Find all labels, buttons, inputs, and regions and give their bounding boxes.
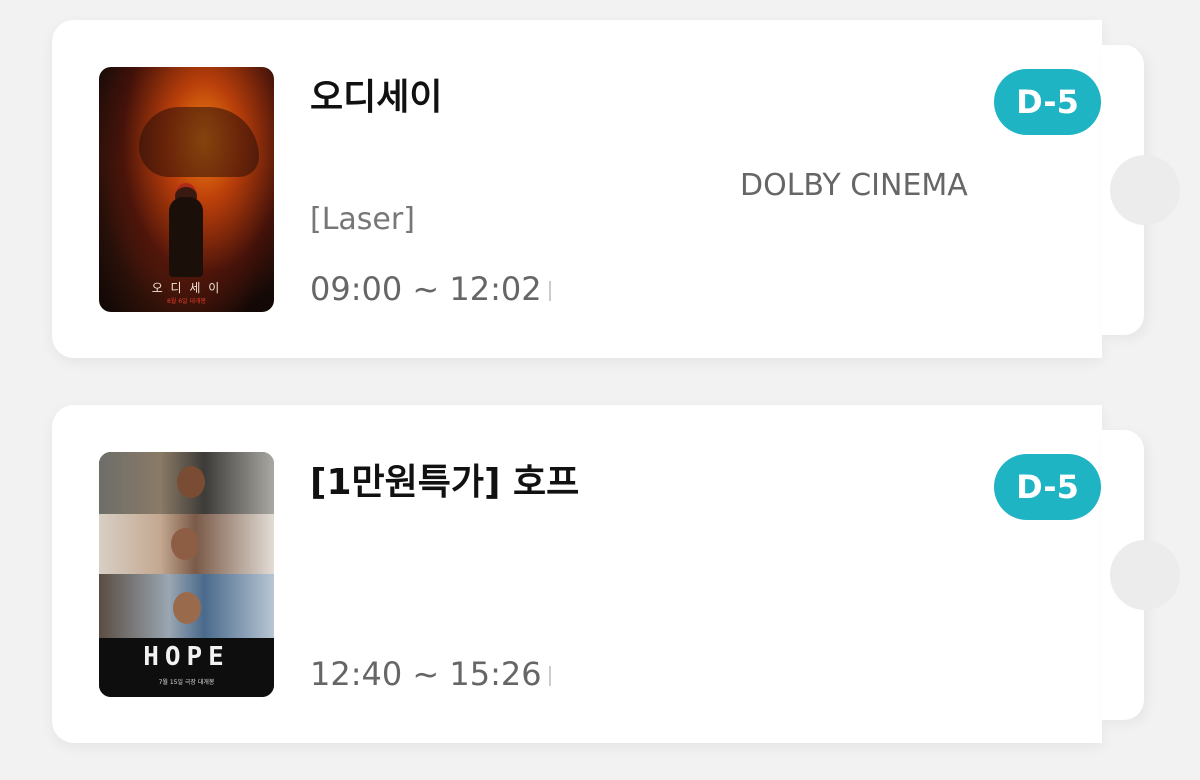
ticket-main-panel: 오 디 세 이 8월 6일 대개봉 오디세이 DOLBY CINEMA [Las… <box>52 20 1102 358</box>
movie-poster[interactable]: 오 디 세 이 8월 6일 대개봉 <box>99 67 274 312</box>
poster-title: HOPE <box>143 642 230 672</box>
poster-artwork-face <box>171 528 199 560</box>
poster-subtitle: 8월 6일 대개봉 <box>166 298 207 305</box>
poster-artwork-figure <box>169 197 203 277</box>
screen-name: DOLBY CINEMA <box>740 168 968 203</box>
showtime: 12:40 ~ 15:26 <box>310 655 542 693</box>
ticket-notch <box>1110 540 1180 610</box>
poster-artwork-face <box>177 466 205 498</box>
movie-poster[interactable]: HOPE 7월 15일 극장 대개봉 <box>99 452 274 697</box>
d-day-badge: D-5 <box>994 69 1101 135</box>
movie-title[interactable]: [1만원특가] 호프 <box>310 453 579 505</box>
movie-title[interactable]: 오디세이 <box>310 68 442 120</box>
separator <box>549 281 551 301</box>
poster-artwork-panel <box>99 514 274 574</box>
showtime: 09:00 ~ 12:02 <box>310 270 542 308</box>
d-day-badge: D-5 <box>994 454 1101 520</box>
screen-format: [Laser] <box>310 202 415 237</box>
ticket-stub <box>1102 45 1180 335</box>
ticket-card[interactable]: HOPE 7월 15일 극장 대개봉 [1만원특가] 호프 12:40 ~ 15… <box>52 405 1180 743</box>
poster-artwork <box>139 107 259 177</box>
poster-artwork-panel <box>99 574 274 638</box>
poster-subtitle: 7월 15일 극장 대개봉 <box>158 679 215 686</box>
separator <box>549 666 551 686</box>
poster-artwork-panel <box>99 452 274 514</box>
ticket-stub <box>1102 430 1180 720</box>
poster-title: 오 디 세 이 <box>151 281 222 295</box>
ticket-main-panel: HOPE 7월 15일 극장 대개봉 [1만원특가] 호프 12:40 ~ 15… <box>52 405 1102 743</box>
poster-artwork-face <box>173 592 201 624</box>
ticket-card[interactable]: 오 디 세 이 8월 6일 대개봉 오디세이 DOLBY CINEMA [Las… <box>52 20 1180 358</box>
ticket-notch <box>1110 155 1180 225</box>
